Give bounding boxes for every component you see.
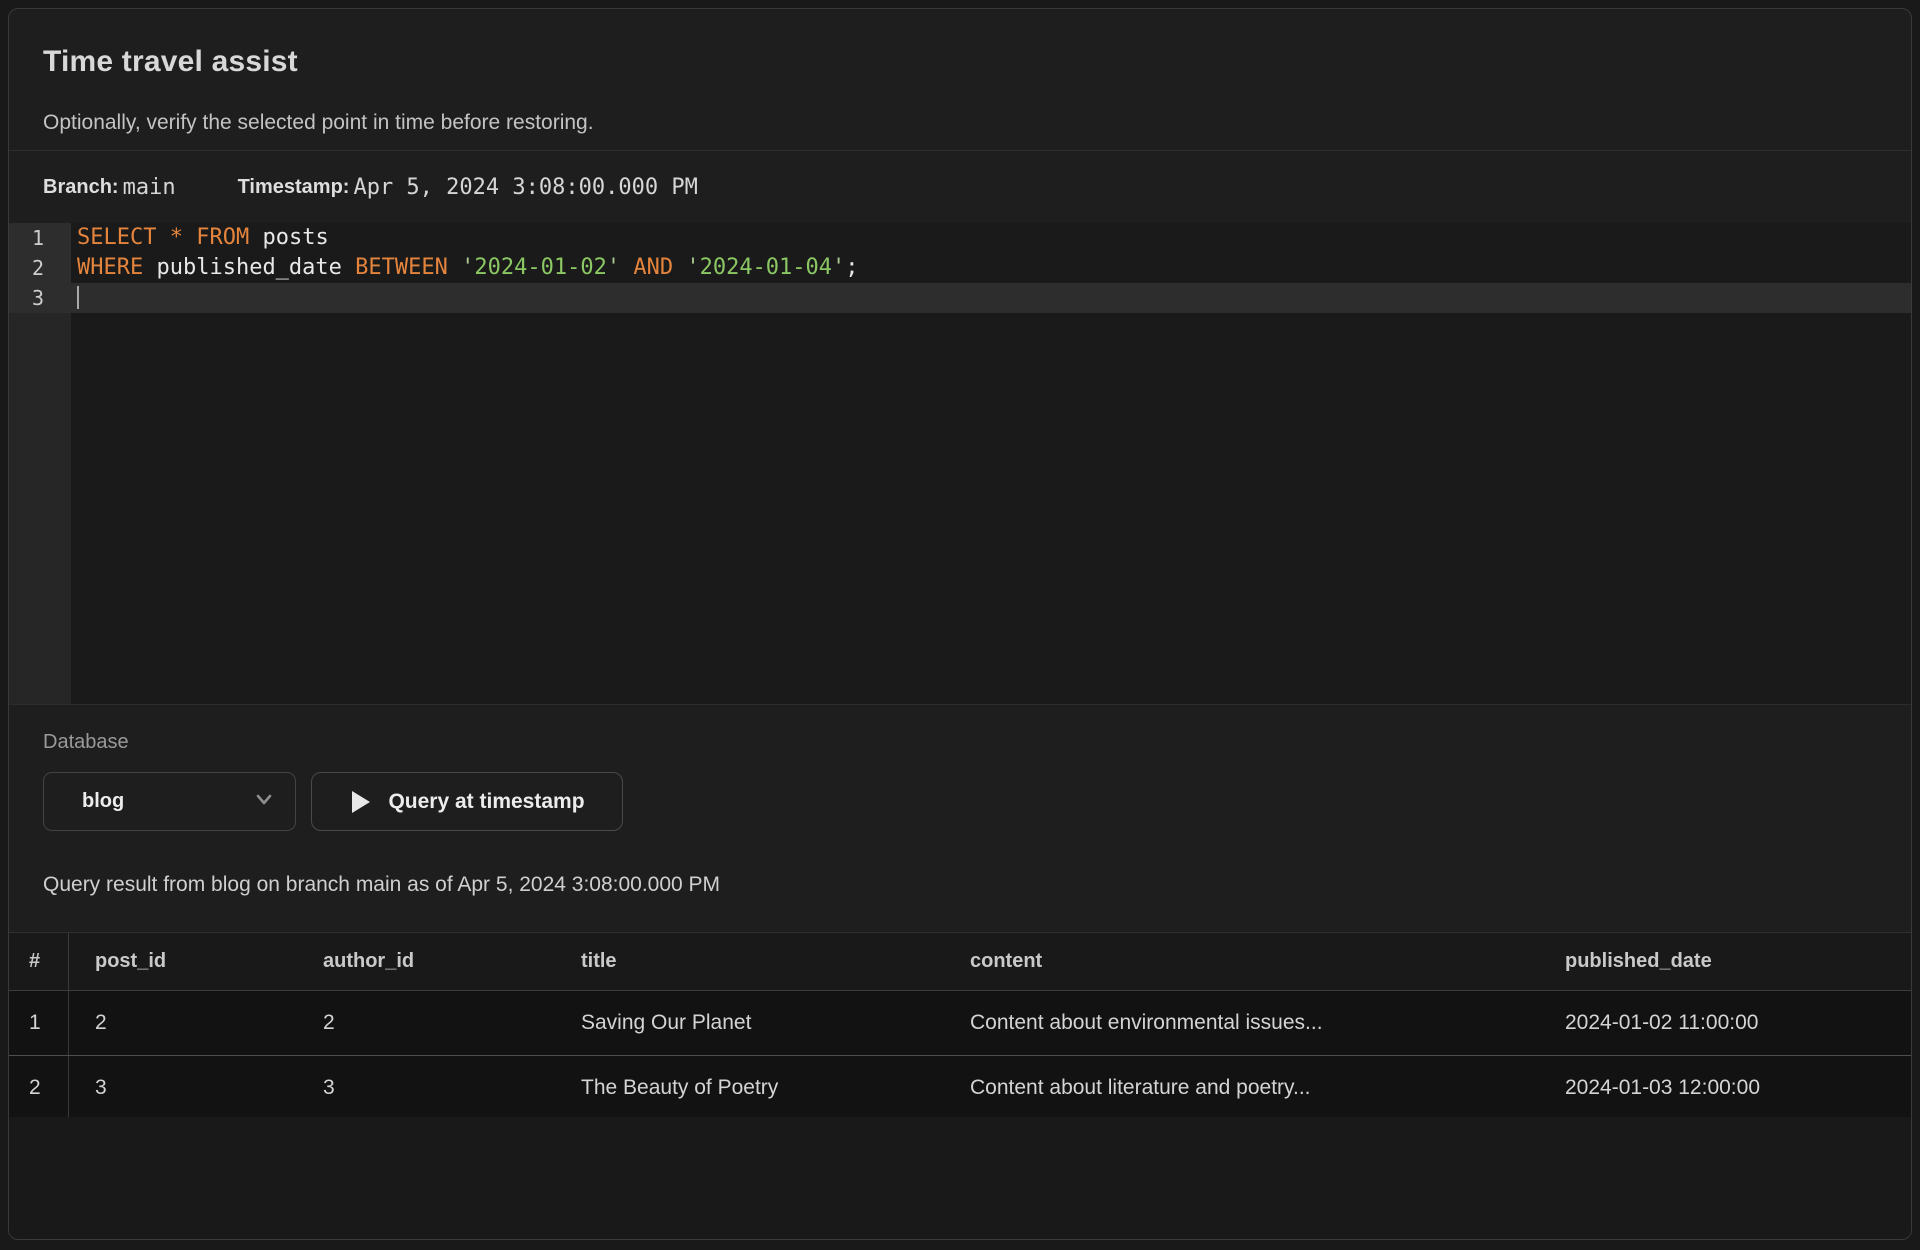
query-at-timestamp-label: Query at timestamp bbox=[388, 790, 584, 814]
table-cell: 2024-01-03 12:00:00 bbox=[1539, 1076, 1911, 1100]
code-line[interactable]: 1SELECT * FROM posts bbox=[9, 223, 1911, 253]
code-text: WHERE published_date BETWEEN '2024-01-02… bbox=[71, 253, 859, 283]
column-header: published_date bbox=[1539, 950, 1911, 973]
page-subtitle: Optionally, verify the selected point in… bbox=[43, 111, 594, 135]
database-controls: blog Query at timestamp bbox=[43, 772, 623, 831]
column-header: author_id bbox=[297, 950, 555, 973]
table-cell: 2 bbox=[297, 1011, 555, 1035]
branch-label: Branch: bbox=[43, 176, 119, 199]
panel-footer-area bbox=[9, 1117, 1911, 1239]
line-number: 3 bbox=[9, 283, 71, 313]
database-label: Database bbox=[43, 731, 129, 754]
table-cell: Content about environmental issues... bbox=[944, 1011, 1539, 1035]
table-cell: 1 bbox=[9, 991, 69, 1055]
line-number: 2 bbox=[9, 253, 71, 283]
table-cell: 2024-01-02 11:00:00 bbox=[1539, 1011, 1911, 1035]
table-cell: 2 bbox=[69, 1011, 297, 1035]
column-header: post_id bbox=[69, 950, 297, 973]
table-row: 122Saving Our PlanetContent about enviro… bbox=[9, 991, 1911, 1056]
line-number: 1 bbox=[9, 223, 71, 253]
timestamp-value: Apr 5, 2024 3:08:00.000 PM bbox=[353, 175, 697, 200]
table-cell: 2 bbox=[9, 1056, 69, 1120]
column-header: # bbox=[9, 933, 69, 990]
column-header: title bbox=[555, 950, 944, 973]
text-cursor bbox=[77, 286, 79, 309]
code-line[interactable]: 2WHERE published_date BETWEEN '2024-01-0… bbox=[9, 253, 1911, 283]
time-travel-assist-panel: Time travel assist Optionally, verify th… bbox=[8, 8, 1912, 1240]
timestamp-label: Timestamp: bbox=[238, 176, 350, 199]
database-section: Database blog Query at timestamp bbox=[9, 704, 1911, 867]
result-header: #post_idauthor_idtitlecontentpublished_d… bbox=[9, 932, 1911, 991]
column-header: content bbox=[944, 950, 1539, 973]
page-title: Time travel assist bbox=[43, 45, 298, 79]
branch-timestamp-bar: Branch: main Timestamp: Apr 5, 2024 3:08… bbox=[9, 150, 1911, 223]
query-result-caption: Query result from blog on branch main as… bbox=[43, 873, 720, 897]
table-cell: Saving Our Planet bbox=[555, 1011, 944, 1035]
database-select[interactable]: blog bbox=[43, 772, 296, 831]
play-icon bbox=[349, 789, 372, 815]
sql-editor[interactable]: 1SELECT * FROM posts2WHERE published_dat… bbox=[9, 223, 1911, 704]
chevron-down-icon bbox=[252, 787, 276, 816]
panel-header: Time travel assist Optionally, verify th… bbox=[9, 9, 1911, 150]
query-at-timestamp-button[interactable]: Query at timestamp bbox=[311, 772, 623, 831]
code-text: SELECT * FROM posts bbox=[71, 223, 329, 253]
result-table: #post_idauthor_idtitlecontentpublished_d… bbox=[9, 932, 1911, 1121]
database-select-value: blog bbox=[82, 790, 124, 813]
table-cell: 3 bbox=[297, 1076, 555, 1100]
table-cell: 3 bbox=[69, 1076, 297, 1100]
code-text bbox=[71, 283, 79, 313]
table-cell: The Beauty of Poetry bbox=[555, 1076, 944, 1100]
branch-value: main bbox=[123, 175, 176, 200]
code-lines: 1SELECT * FROM posts2WHERE published_dat… bbox=[9, 223, 1911, 313]
table-row: 233The Beauty of PoetryContent about lit… bbox=[9, 1056, 1911, 1121]
result-rows: 122Saving Our PlanetContent about enviro… bbox=[9, 991, 1911, 1121]
table-cell: Content about literature and poetry... bbox=[944, 1076, 1539, 1100]
code-line[interactable]: 3 bbox=[9, 283, 1911, 313]
